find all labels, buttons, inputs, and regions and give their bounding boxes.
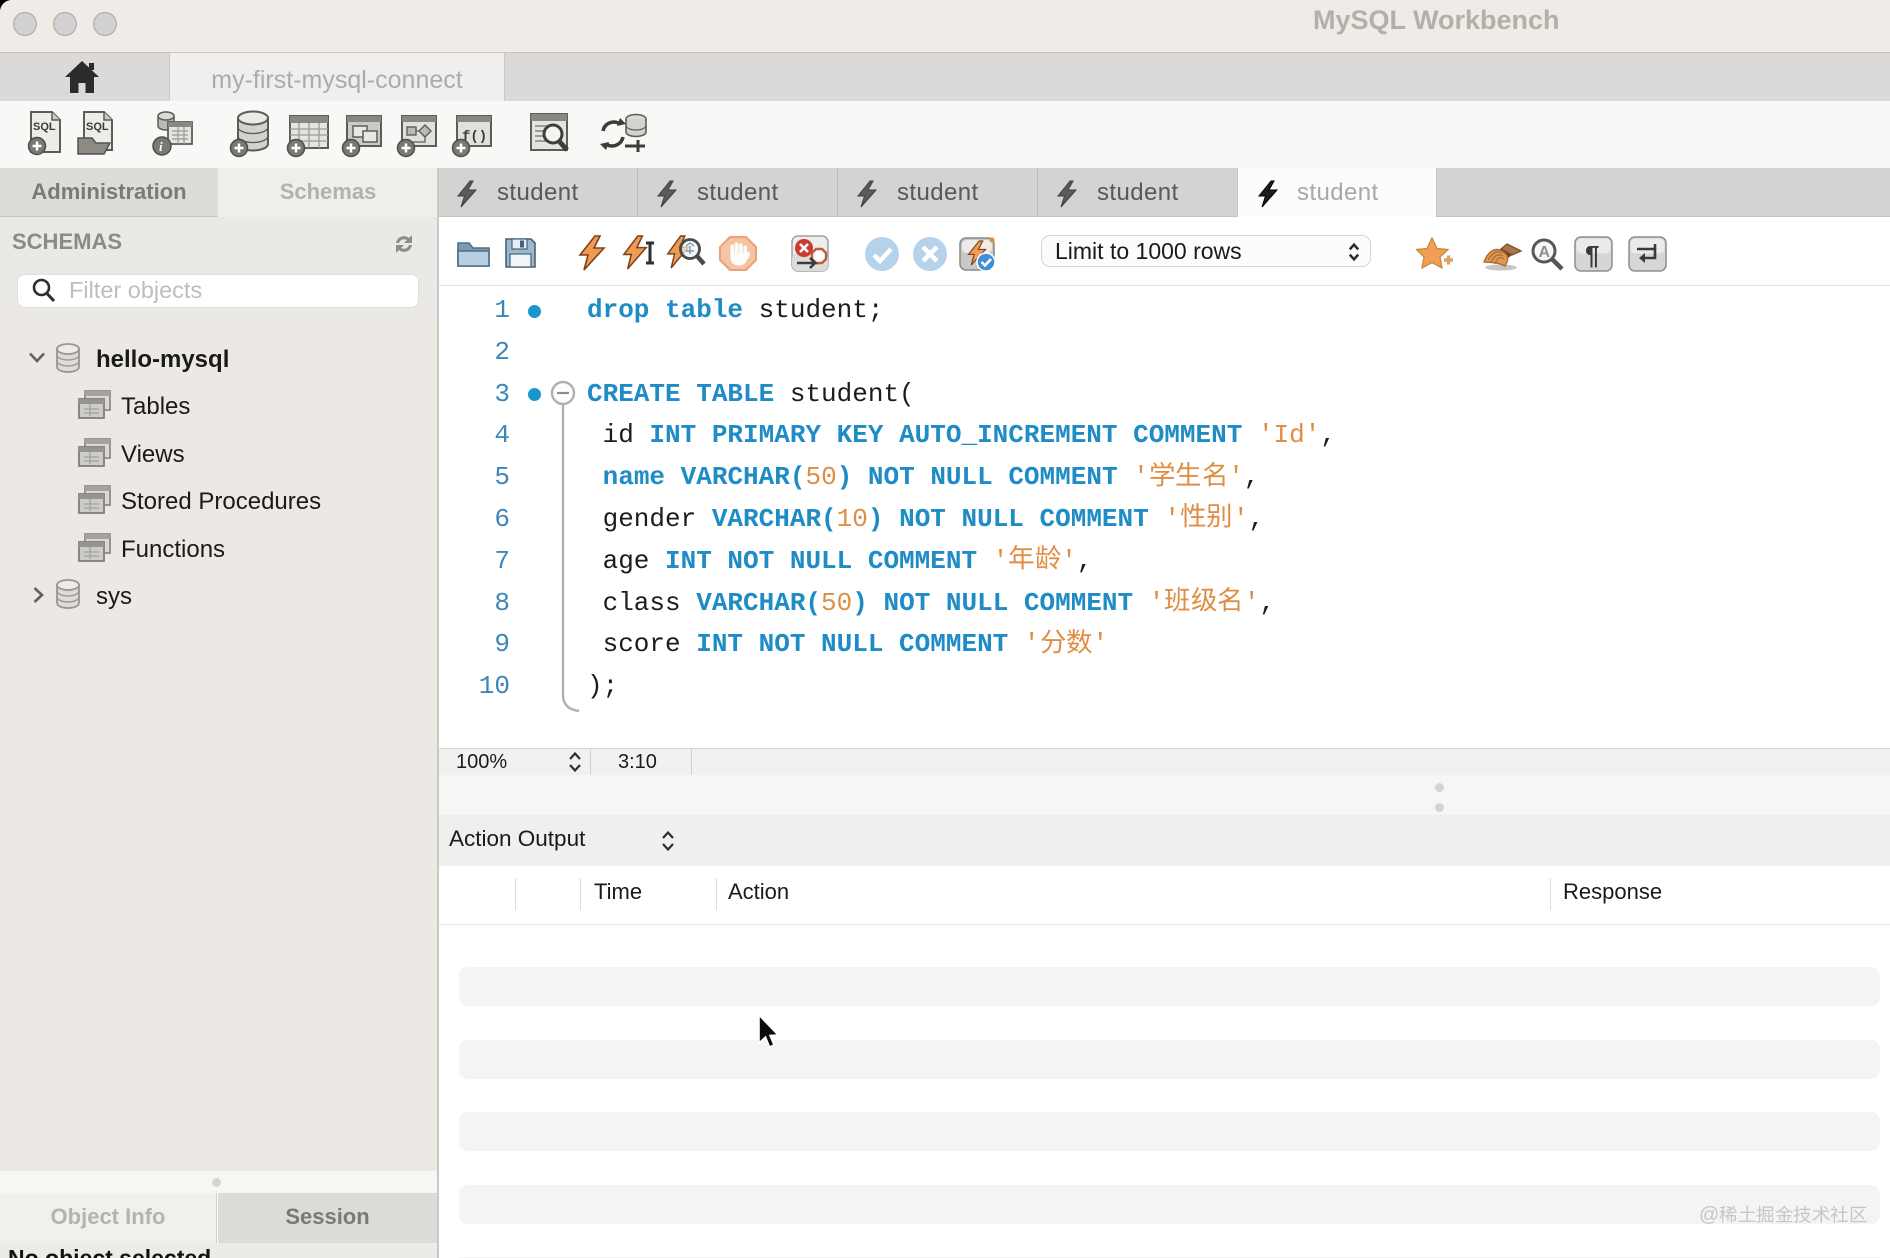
svg-text:i: i	[159, 139, 163, 154]
svg-text:¶: ¶	[1585, 240, 1599, 270]
svg-text:SQL: SQL	[86, 121, 109, 133]
svg-text:SQL: SQL	[33, 121, 56, 133]
svg-text:A: A	[1539, 244, 1551, 261]
